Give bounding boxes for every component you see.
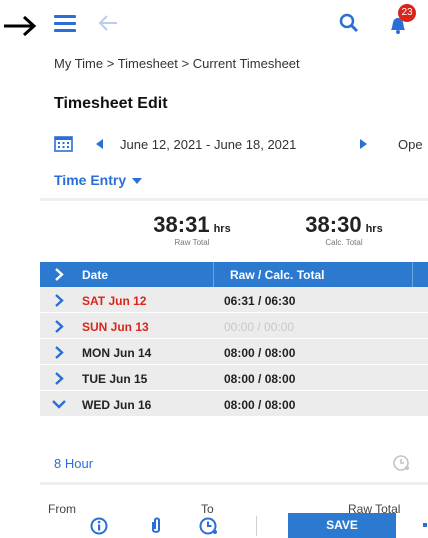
more-options-icon[interactable] [423, 523, 427, 527]
row-total: 00:00 / 00:00 [224, 320, 295, 334]
chevron-right-icon[interactable] [54, 372, 64, 385]
hamburger-menu-icon[interactable] [54, 15, 76, 33]
calendar-icon[interactable] [54, 135, 73, 152]
search-icon[interactable] [338, 12, 360, 34]
timesheet-table: Date Raw / Calc. Total SAT Jun 12 06:31 … [40, 262, 428, 417]
toolbar-separator [256, 516, 257, 536]
paperclip-icon[interactable] [149, 516, 163, 536]
chevron-down-icon[interactable] [52, 400, 66, 409]
page-title: Timesheet Edit [54, 95, 168, 112]
row-date: MON Jun 14 [82, 346, 152, 360]
annotation-arrow-icon [4, 15, 37, 37]
calc-total-value: 38:30 [305, 212, 362, 237]
notification-badge: 23 [398, 4, 416, 22]
timesheet-status: Ope [398, 137, 423, 152]
row-date: SAT Jun 12 [82, 294, 147, 308]
table-row[interactable]: TUE Jun 15 08:00 / 08:00 [40, 365, 428, 391]
breadcrumb: My Time > Timesheet > Current Timesheet [54, 56, 300, 71]
table-row[interactable]: SUN Jun 13 00:00 / 00:00 [40, 313, 428, 339]
clock-icon[interactable] [198, 516, 220, 536]
chevron-right-icon[interactable] [54, 346, 64, 359]
back-arrow-icon[interactable] [96, 12, 120, 34]
table-row-expanded[interactable]: WED Jun 16 08:00 / 08:00 [40, 391, 428, 417]
row-date: SUN Jun 13 [82, 320, 149, 334]
time-entry-label: Time Entry [54, 172, 127, 188]
divider [40, 482, 428, 485]
table-header: Date Raw / Calc. Total [40, 262, 428, 287]
column-header-date[interactable]: Date [82, 268, 108, 282]
row-total: 06:31 / 06:30 [224, 294, 296, 308]
bottom-toolbar: SAVE [0, 513, 428, 538]
row-total: 08:00 / 08:00 [224, 372, 296, 386]
row-total: 08:00 / 08:00 [224, 398, 296, 412]
clock-icon[interactable] [392, 454, 412, 472]
period-range: June 12, 2021 - June 18, 2021 [120, 137, 297, 152]
time-entry-dropdown[interactable]: Time Entry [54, 172, 143, 188]
chevron-right-icon[interactable] [54, 294, 64, 307]
raw-total-caption: Raw Total [174, 238, 210, 247]
raw-total-value: 38:31 [153, 212, 210, 237]
raw-total: 38:31 hrs Raw Total [128, 212, 256, 247]
table-row[interactable]: SAT Jun 12 06:31 / 06:30 [40, 287, 428, 313]
divider [40, 198, 428, 201]
previous-period-button[interactable] [96, 139, 103, 149]
expand-all-icon[interactable] [54, 268, 64, 281]
table-row[interactable]: MON Jun 14 08:00 / 08:00 [40, 339, 428, 365]
row-date: TUE Jun 15 [82, 372, 148, 386]
raw-total-unit: hrs [213, 223, 231, 235]
chevron-right-icon[interactable] [54, 320, 64, 333]
caret-down-icon [132, 178, 143, 185]
row-total: 08:00 / 08:00 [224, 346, 296, 360]
calc-total-caption: Calc. Total [325, 238, 363, 247]
top-app-bar: 23 [40, 0, 428, 42]
column-header-total[interactable]: Raw / Calc. Total [230, 268, 324, 282]
save-button[interactable]: SAVE [288, 513, 396, 538]
next-period-button[interactable] [360, 139, 367, 149]
period-selector: June 12, 2021 - June 18, 2021 Ope [54, 134, 428, 156]
info-icon[interactable] [90, 517, 108, 535]
entry-type-label[interactable]: 8 Hour [54, 456, 93, 471]
calc-total: 38:30 hrs Calc. Total [282, 212, 406, 247]
calc-total-unit: hrs [365, 223, 383, 235]
row-date: WED Jun 16 [82, 398, 152, 412]
